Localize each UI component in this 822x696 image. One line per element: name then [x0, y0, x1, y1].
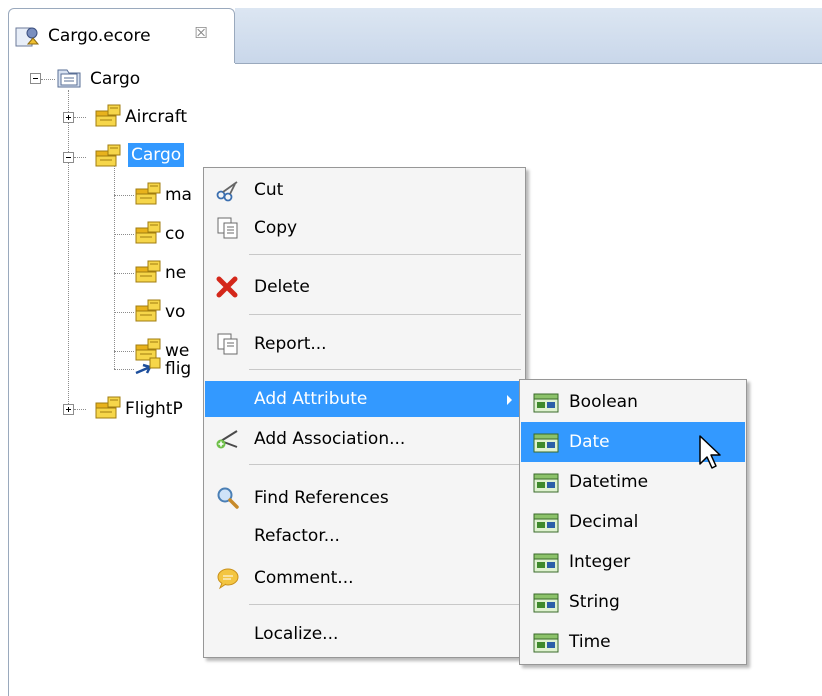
- mouse-pointer-icon: [699, 435, 721, 469]
- add-attribute-submenu: Boolean Date Datetime Decimal Integer St…: [519, 379, 747, 665]
- attribute-icon: [533, 392, 559, 414]
- package-icon: [57, 69, 81, 88]
- attribute-icon: [533, 472, 559, 494]
- eclass-icon: [134, 260, 162, 284]
- menu-item-label: Find References: [254, 488, 389, 508]
- submenu-item-label: String: [569, 592, 620, 612]
- menu-item-label: Comment...: [254, 568, 354, 588]
- magnifier-icon: [217, 487, 239, 509]
- collapse-toggle[interactable]: [63, 152, 74, 163]
- tree-line: [114, 166, 115, 369]
- delete-icon: [216, 276, 238, 298]
- submenu-item-string[interactable]: String: [521, 582, 745, 622]
- comment-icon: [217, 568, 239, 590]
- tree-line: [74, 157, 86, 158]
- menu-item-add-association[interactable]: Add Association...: [205, 421, 524, 457]
- menu-item-label: Delete: [254, 277, 310, 297]
- eclass-icon: [134, 299, 162, 323]
- collapse-toggle[interactable]: [30, 73, 41, 84]
- menu-item-report[interactable]: Report...: [205, 326, 524, 362]
- menu-item-cut[interactable]: Cut: [205, 172, 524, 208]
- tree-line: [74, 117, 86, 118]
- tree-node-aircraft[interactable]: Aircraft: [125, 105, 187, 129]
- close-icon[interactable]: ☒: [190, 22, 212, 44]
- attribute-icon: [533, 552, 559, 574]
- menu-item-label: Refactor...: [254, 526, 340, 546]
- menu-item-refactor[interactable]: Refactor...: [205, 518, 524, 554]
- menu-item-delete[interactable]: Delete: [205, 269, 524, 305]
- eclass-icon: [134, 221, 162, 245]
- tree-line: [74, 409, 86, 410]
- submenu-item-label: Date: [569, 432, 610, 452]
- tree-node-attribute[interactable]: vo: [165, 300, 185, 324]
- tree-line: [114, 273, 134, 274]
- menu-item-find-references[interactable]: Find References: [205, 480, 524, 516]
- tree-line: [41, 79, 55, 80]
- menu-separator: [249, 254, 521, 255]
- report-icon: [217, 333, 238, 355]
- menu-separator: [249, 604, 521, 605]
- copy-icon: [217, 217, 238, 239]
- context-menu: Cut Copy Delete Report... Add Attribute: [203, 167, 526, 658]
- scissors-icon: [216, 181, 238, 202]
- attribute-icon: [533, 512, 559, 534]
- menu-separator: [249, 314, 521, 315]
- tree-node-root[interactable]: Cargo: [90, 67, 140, 91]
- menu-item-label: Add Attribute: [254, 389, 368, 409]
- attribute-icon: [533, 592, 559, 614]
- menu-separator: [249, 369, 521, 370]
- tree-line: [114, 195, 134, 196]
- tab-strip-background: [235, 8, 822, 64]
- menu-item-comment[interactable]: Comment...: [205, 560, 524, 596]
- submenu-item-decimal[interactable]: Decimal: [521, 502, 745, 542]
- tree-line: [68, 90, 69, 410]
- submenu-item-label: Datetime: [569, 472, 649, 492]
- submenu-item-time[interactable]: Time: [521, 622, 745, 662]
- tree-node-attribute[interactable]: ma: [165, 183, 192, 207]
- tree-line: [114, 234, 134, 235]
- submenu-item-label: Boolean: [569, 392, 638, 412]
- tree-line: [114, 351, 134, 352]
- tree-node-reference[interactable]: flig: [165, 357, 191, 381]
- menu-item-label: Copy: [254, 218, 298, 238]
- reference-icon: [135, 357, 161, 375]
- submenu-item-label: Decimal: [569, 512, 639, 532]
- menu-item-localize[interactable]: Localize...: [205, 616, 524, 652]
- ecore-file-icon: [15, 27, 40, 47]
- tree-line: [114, 369, 134, 370]
- expand-toggle[interactable]: [63, 404, 74, 415]
- eclass-icon: [94, 104, 122, 128]
- menu-item-add-attribute[interactable]: Add Attribute: [205, 381, 524, 417]
- attribute-icon: [533, 632, 559, 654]
- menu-item-label: Localize...: [254, 624, 339, 644]
- menu-item-label: Report...: [254, 334, 327, 354]
- add-association-icon: [216, 430, 238, 449]
- submenu-item-label: Time: [569, 632, 611, 652]
- expand-toggle[interactable]: [63, 112, 74, 123]
- tree-line: [114, 312, 134, 313]
- submenu-item-label: Integer: [569, 552, 631, 572]
- tree-node-flightp[interactable]: FlightP: [125, 397, 183, 421]
- menu-item-label: Cut: [254, 180, 284, 200]
- tree-node-attribute[interactable]: co: [165, 222, 185, 246]
- attribute-icon: [533, 432, 559, 454]
- submenu-item-boolean[interactable]: Boolean: [521, 382, 745, 422]
- menu-item-copy[interactable]: Copy: [205, 210, 524, 246]
- menu-separator: [249, 464, 521, 465]
- tree-node-cargo-selected[interactable]: Cargo: [128, 143, 185, 167]
- submenu-arrow-icon: [507, 395, 512, 405]
- eclass-icon: [94, 396, 122, 420]
- submenu-item-integer[interactable]: Integer: [521, 542, 745, 582]
- eclass-icon: [134, 182, 162, 206]
- menu-item-label: Add Association...: [254, 429, 406, 449]
- eclass-icon: [94, 144, 122, 168]
- tab-label: Cargo.ecore: [48, 26, 151, 46]
- tree-node-attribute[interactable]: ne: [165, 261, 186, 285]
